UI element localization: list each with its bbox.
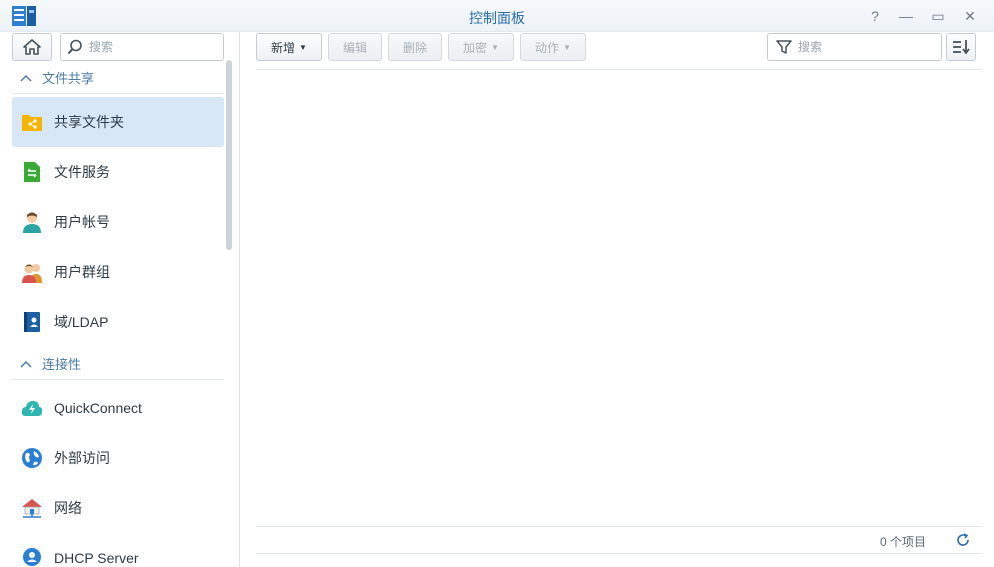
- sidebar-item-label: 域/LDAP: [54, 314, 109, 330]
- sidebar-item-user-group[interactable]: 用户群组: [12, 247, 224, 297]
- sidebar-search-box[interactable]: [60, 33, 224, 61]
- minimize-button[interactable]: —: [895, 6, 917, 26]
- section-connectivity[interactable]: 连接性: [12, 348, 224, 380]
- encrypt-button[interactable]: 加密 ▼: [448, 33, 514, 61]
- sidebar-item-label: DHCP Server: [54, 550, 139, 566]
- home-button[interactable]: [12, 33, 52, 61]
- create-button-label: 新增: [271, 40, 296, 55]
- window-title: 控制面板: [469, 10, 525, 26]
- shared-folder-list[interactable]: [256, 70, 982, 526]
- action-button[interactable]: 动作 ▼: [520, 33, 586, 61]
- sidebar-item-label: 网络: [54, 500, 82, 516]
- maximize-button[interactable]: ▭: [927, 6, 949, 26]
- search-icon: [67, 39, 82, 55]
- user-icon: [20, 210, 44, 234]
- delete-button-label: 删除: [402, 40, 427, 55]
- sidebar: 文件共享 共享文件夹 文件服务 用户帐号: [0, 32, 240, 567]
- help-button[interactable]: ?: [864, 6, 886, 26]
- shared-folder-icon: [20, 110, 44, 134]
- sidebar-item-shared-folder[interactable]: 共享文件夹: [12, 97, 224, 147]
- footer-divider-top: [256, 526, 982, 527]
- create-button[interactable]: 新增 ▼: [256, 33, 322, 61]
- section-label: 连接性: [42, 357, 82, 372]
- encrypt-button-label: 加密: [463, 40, 488, 55]
- home-icon: [23, 39, 41, 55]
- sidebar-item-label: QuickConnect: [54, 400, 142, 416]
- sort-button[interactable]: [946, 33, 976, 61]
- sidebar-search-input[interactable]: [89, 40, 209, 54]
- filter-search-box[interactable]: [767, 33, 942, 61]
- caret-down-icon: ▼: [563, 42, 571, 52]
- dhcp-server-icon: [20, 546, 44, 567]
- file-services-icon: [20, 160, 44, 184]
- sidebar-item-network[interactable]: 网络: [12, 483, 224, 533]
- sidebar-item-label: 用户帐号: [54, 214, 110, 230]
- edit-button[interactable]: 编辑: [328, 33, 382, 61]
- action-button-label: 动作: [535, 40, 560, 55]
- sidebar-item-label: 文件服务: [54, 164, 110, 180]
- title-bar: 控制面板 ? — ▭ ✕: [0, 0, 994, 32]
- sidebar-item-dhcp-server[interactable]: DHCP Server: [12, 533, 224, 567]
- sidebar-item-domain-ldap[interactable]: 域/LDAP: [12, 297, 224, 347]
- domain-ldap-icon: [20, 310, 44, 334]
- item-count: 0 个项目: [880, 535, 927, 549]
- section-file-sharing[interactable]: 文件共享: [12, 62, 224, 94]
- group-icon: [20, 260, 44, 284]
- edit-button-label: 编辑: [342, 40, 367, 55]
- network-icon: [20, 496, 44, 520]
- section-label: 文件共享: [42, 71, 95, 86]
- sidebar-scrollbar[interactable]: [226, 60, 232, 250]
- delete-button[interactable]: 删除: [388, 33, 442, 61]
- refresh-button[interactable]: [955, 532, 971, 548]
- sidebar-item-file-services[interactable]: 文件服务: [12, 147, 224, 197]
- footer-divider-bottom: [256, 553, 982, 554]
- external-access-icon: [20, 446, 44, 470]
- filter-icon: [776, 40, 792, 54]
- quickconnect-icon: [20, 396, 44, 420]
- refresh-icon: [957, 533, 969, 546]
- sort-icon: [953, 40, 970, 55]
- sidebar-item-user-account[interactable]: 用户帐号: [12, 197, 224, 247]
- chevron-up-icon: [20, 356, 32, 371]
- caret-down-icon: ▼: [491, 42, 499, 52]
- caret-down-icon: ▼: [299, 42, 307, 52]
- chevron-up-icon: [20, 70, 32, 85]
- sidebar-item-label: 共享文件夹: [54, 114, 124, 130]
- close-button[interactable]: ✕: [959, 6, 981, 26]
- sidebar-item-quickconnect[interactable]: QuickConnect: [12, 383, 224, 433]
- filter-search-input[interactable]: [798, 40, 918, 54]
- sidebar-item-external-access[interactable]: 外部访问: [12, 433, 224, 483]
- sidebar-item-label: 用户群组: [54, 264, 110, 280]
- sidebar-item-label: 外部访问: [54, 450, 110, 466]
